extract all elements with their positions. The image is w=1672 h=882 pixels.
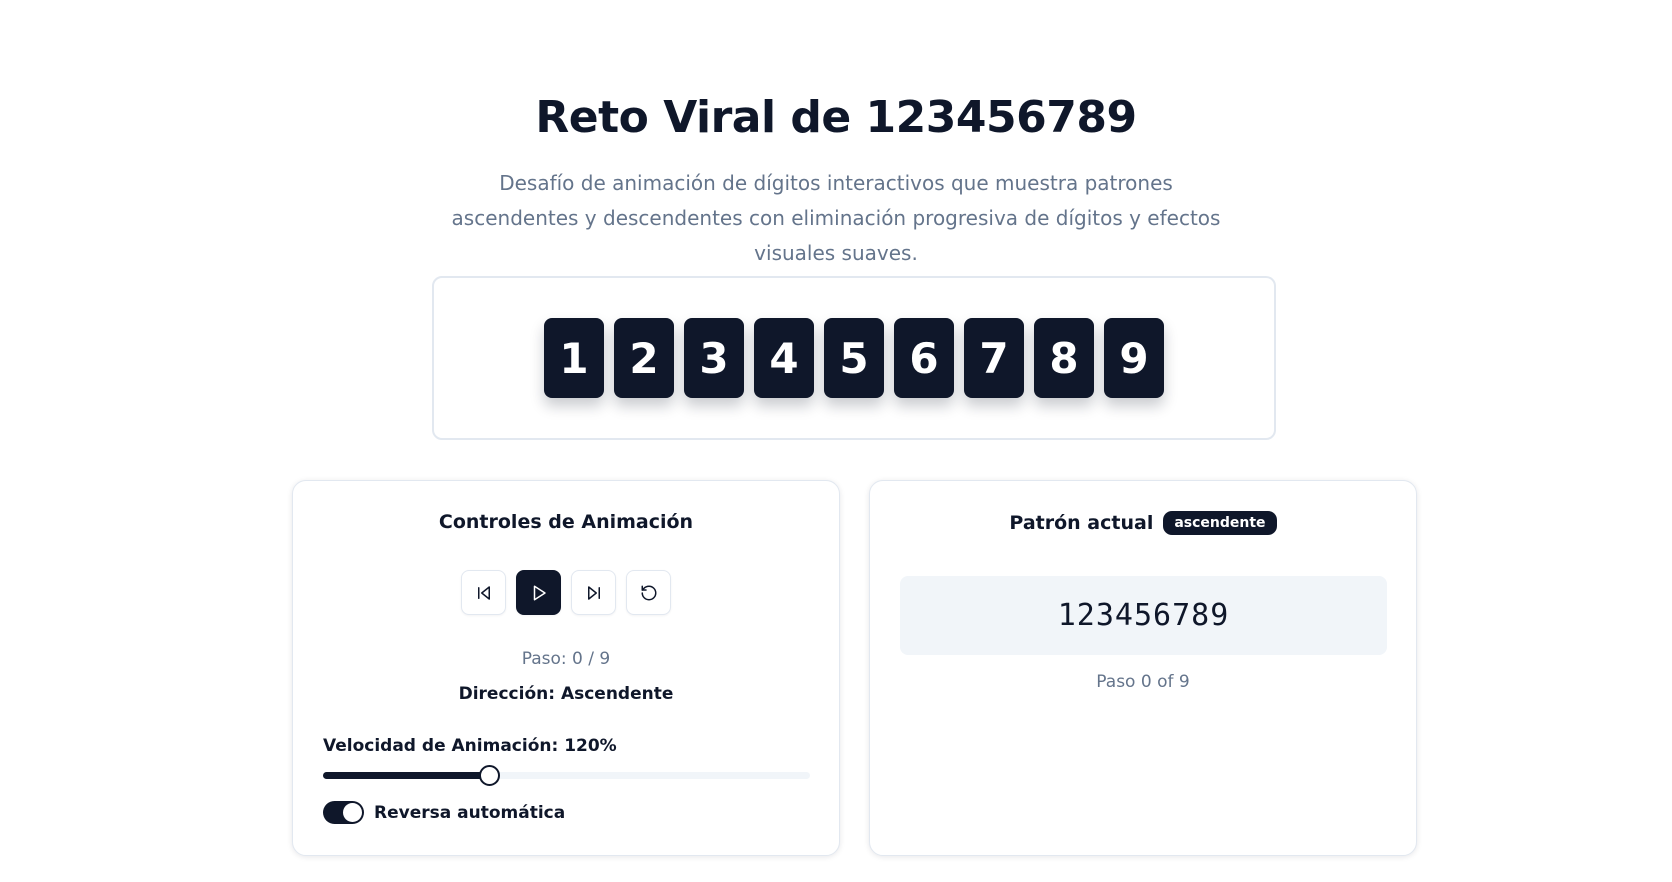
direction-label: Dirección: Ascendente: [458, 684, 674, 704]
digit-tile: 2: [614, 318, 674, 398]
auto-reverse-toggle[interactable]: [323, 801, 364, 824]
toggle-knob: [343, 803, 362, 822]
pattern-header: Patrón actual ascendente: [870, 511, 1416, 535]
controls-title: Controles de Animación: [438, 511, 694, 533]
slider-thumb[interactable]: [478, 765, 500, 786]
digit-tile: 5: [824, 318, 884, 398]
play-icon: [533, 585, 546, 600]
pattern-value: 123456789: [900, 576, 1387, 655]
skip-back-icon: [477, 585, 490, 600]
auto-reverse-row: Reversa automática: [323, 801, 565, 824]
animation-controls-card: Controles de Animación Paso: 0 / 9 Direc…: [292, 480, 840, 856]
playback-controls: [293, 570, 839, 615]
previous-step-button[interactable]: [461, 570, 506, 615]
digit-tile: 6: [894, 318, 954, 398]
speed-slider[interactable]: [323, 765, 810, 787]
rotate-ccw-icon: [641, 585, 656, 600]
digit-tile: 3: [684, 318, 744, 398]
digit-tile: 8: [1034, 318, 1094, 398]
page-subtitle: Desafío de animación de dígitos interact…: [451, 171, 1221, 265]
pattern-badge: ascendente: [1163, 511, 1277, 535]
digit-tile: 7: [964, 318, 1024, 398]
pattern-title: Patrón actual: [1009, 512, 1154, 534]
play-button[interactable]: [516, 570, 561, 615]
page: Reto Viral de 123456789 Desafío de anima…: [0, 0, 1672, 882]
skip-forward-icon: [587, 585, 600, 600]
digits-display: 1 2 3 4 5 6 7 8 9: [432, 276, 1276, 440]
digit-tile: 1: [544, 318, 604, 398]
step-counter: Paso: 0 / 9: [521, 649, 611, 669]
slider-fill: [323, 772, 489, 779]
reset-button[interactable]: [626, 570, 671, 615]
speed-label: Velocidad de Animación: 120%: [323, 736, 617, 756]
pattern-step: Paso 0 of 9: [1096, 672, 1190, 692]
current-pattern-card: Patrón actual ascendente 123456789 Paso …: [869, 480, 1417, 856]
auto-reverse-label: Reversa automática: [374, 802, 566, 823]
digit-tile: 4: [754, 318, 814, 398]
page-title: Reto Viral de 123456789: [535, 92, 1137, 143]
next-step-button[interactable]: [571, 570, 616, 615]
digit-tile: 9: [1104, 318, 1164, 398]
